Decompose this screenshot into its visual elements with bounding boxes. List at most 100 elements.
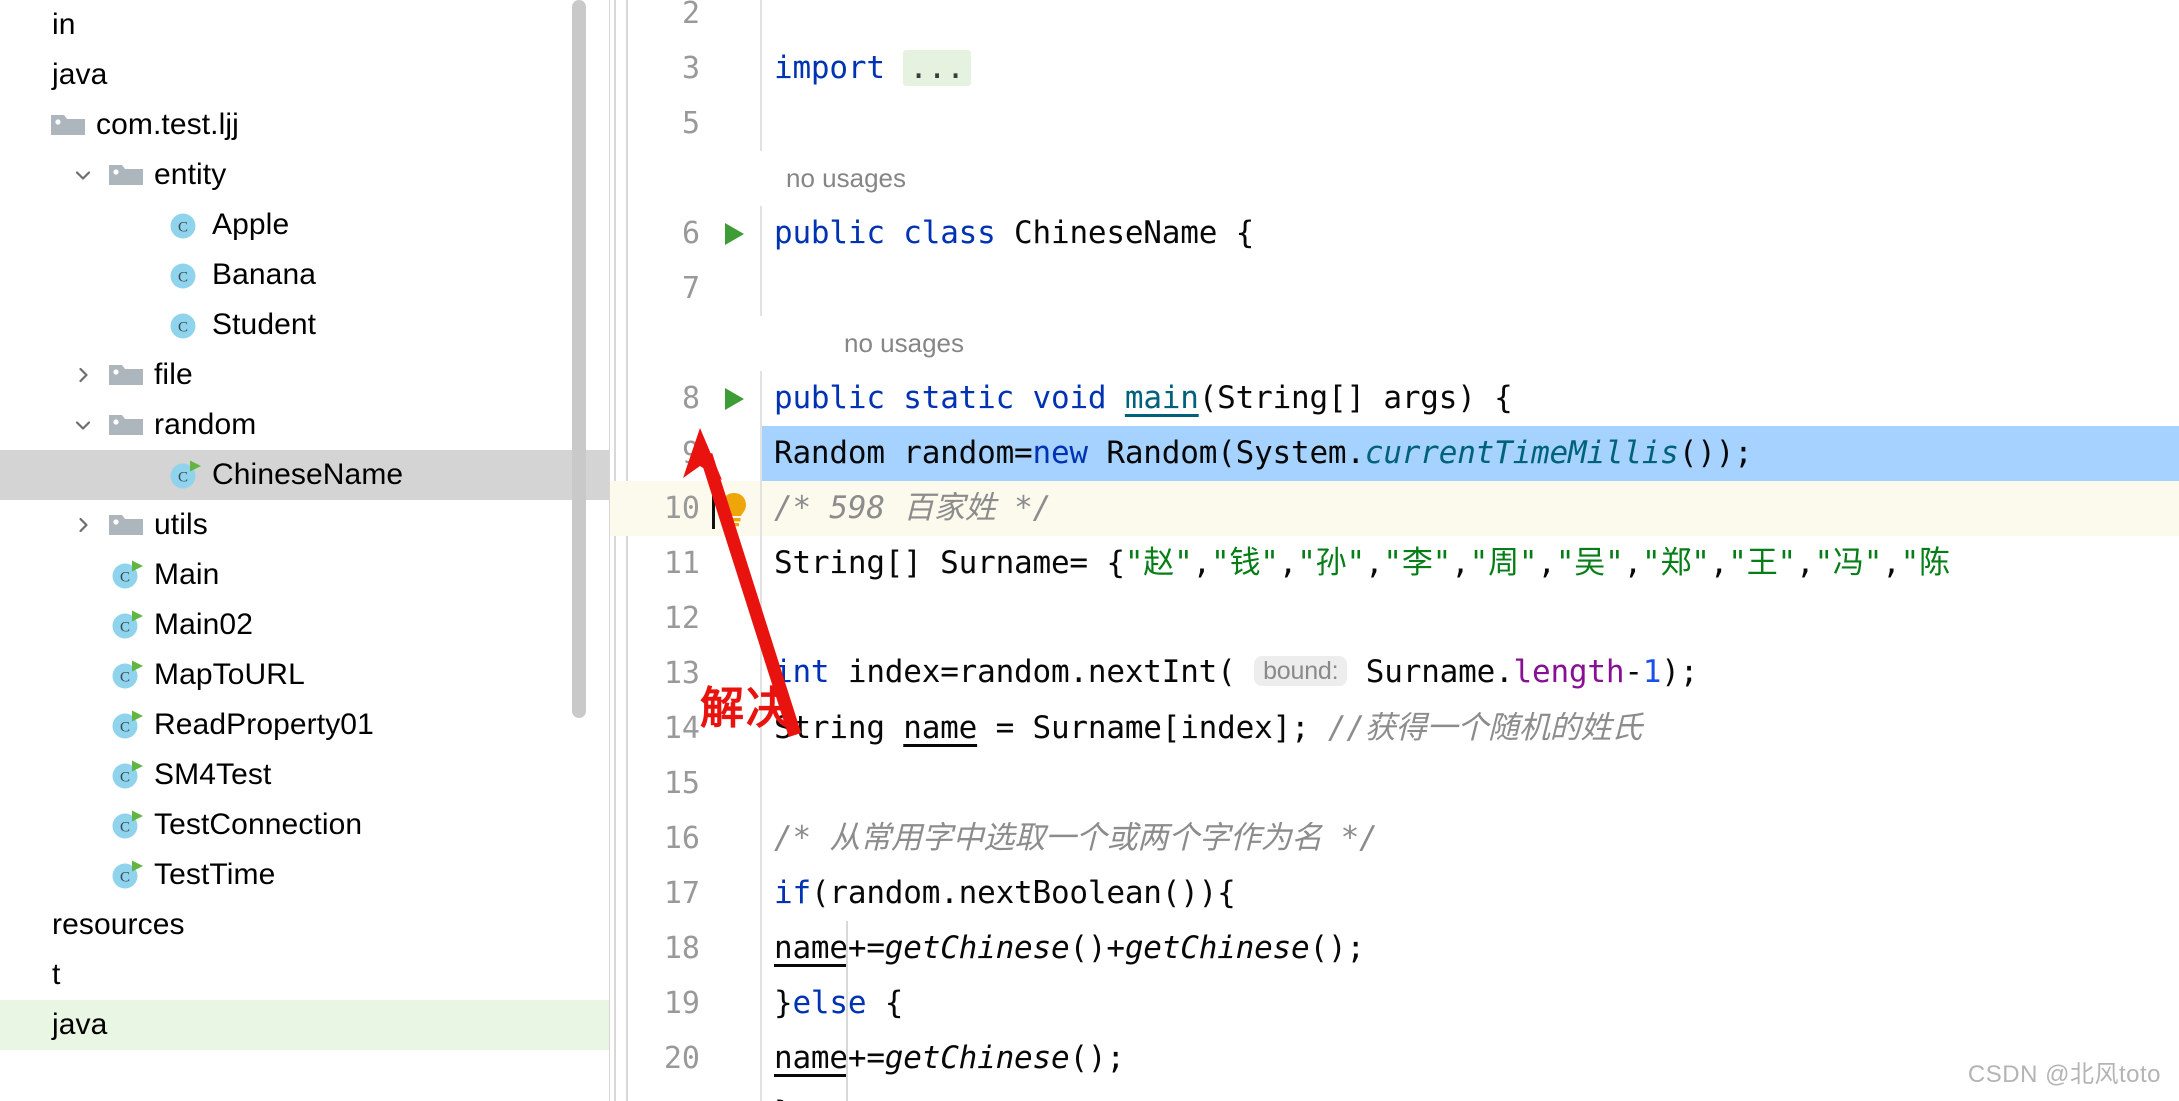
editor-line-row[interactable]: 17 if(random.nextBoolean()){ (610, 866, 2179, 921)
code-line-content[interactable]: public class ChineseName { (762, 206, 2179, 261)
editor-inlay-row[interactable]: no usages (610, 151, 2179, 206)
tree-item-t[interactable]: t (0, 950, 610, 1000)
tree-item-entity[interactable]: entity (0, 150, 610, 200)
editor-line-row[interactable]: 10 /* 598 百家姓 */ (610, 481, 2179, 536)
tree-item-resources[interactable]: resources (0, 900, 610, 950)
code-token: { (866, 985, 904, 1021)
tree-item-random[interactable]: random (0, 400, 610, 450)
editor-line-row[interactable]: 15 (610, 756, 2179, 811)
code-line-content[interactable] (762, 261, 2179, 316)
code-token: name (774, 1040, 848, 1076)
code-line-content[interactable]: } (762, 1086, 2179, 1101)
runnable-class-icon: C (104, 607, 148, 643)
tree-item-testtime[interactable]: C TestTime (0, 850, 610, 900)
code-line-content[interactable]: name+=getChinese()+getChinese(); (762, 921, 2179, 976)
chevron-down-icon[interactable] (62, 414, 104, 436)
line-number: 8 (681, 381, 700, 416)
tree-item-in[interactable]: in (0, 0, 610, 50)
editor-line-row[interactable]: 19 }else { (610, 976, 2179, 1031)
editor-line-row[interactable]: 16 /* 从常用字中选取一个或两个字作为名 */ (610, 811, 2179, 866)
tree-item-label: resources (52, 908, 185, 941)
editor-line-row[interactable]: 8 public static void main(String[] args)… (610, 371, 2179, 426)
code-token: , (1364, 545, 1384, 581)
editor-line-row[interactable]: 13 int index=random.nextInt( bound: Surn… (610, 646, 2179, 701)
inlay-hint-no-usages[interactable]: no usages (844, 328, 964, 359)
editor-inlay-row[interactable]: no usages (610, 316, 2179, 371)
tree-item-main02[interactable]: C Main02 (0, 600, 610, 650)
tree-item-java[interactable]: java (0, 50, 610, 100)
line-number: 13 (663, 656, 700, 691)
code-token: , (1278, 545, 1298, 581)
line-number: 6 (681, 216, 700, 251)
code-token: bound: (1254, 656, 1348, 686)
tree-item-sm4test[interactable]: C SM4Test (0, 750, 610, 800)
code-line-content[interactable] (762, 756, 2179, 811)
code-token: public (774, 380, 885, 416)
tree-item-readproperty01[interactable]: C ReadProperty01 (0, 700, 610, 750)
gutter-empty (706, 756, 762, 811)
tree-item-banana[interactable]: C Banana (0, 250, 610, 300)
editor-line-row[interactable]: } (610, 1086, 2179, 1101)
code-line-content[interactable] (762, 0, 2179, 41)
tree-item-file[interactable]: file (0, 350, 610, 400)
editor-line-row[interactable]: 9 Random random=new Random(System.curren… (610, 426, 2179, 481)
tree-item-utils[interactable]: utils (0, 500, 610, 550)
project-tree-panel[interactable]: in java com.test.ljj entity C Apple C Banana C St… (0, 0, 610, 1101)
code-line-content[interactable]: /* 598 百家姓 */ (762, 481, 2179, 536)
tree-item-maptourl[interactable]: C MapToURL (0, 650, 610, 700)
editor-line-row[interactable]: 3 import ... (610, 41, 2179, 96)
run-gutter-arrow-icon[interactable] (706, 371, 762, 426)
code-line-content[interactable]: if(random.nextBoolean()){ (762, 866, 2179, 921)
code-line-content[interactable]: Random random=new Random(System.currentT… (762, 426, 2179, 481)
tree-item-chinesename[interactable]: C ChineseName (0, 450, 610, 500)
project-tree-scrollbar-thumb[interactable] (572, 0, 586, 718)
project-tree-list[interactable]: in java com.test.ljj entity C Apple C Banana C St… (0, 0, 610, 1050)
editor-line-row[interactable]: 12 (610, 591, 2179, 646)
code-editor[interactable]: 2 3 import ... 5 no usages 6 public class Chin… (610, 0, 2179, 1101)
code-line-content[interactable] (762, 591, 2179, 646)
code-tokens: /* 从常用字中选取一个或两个字作为名 */ (762, 811, 1378, 866)
code-line-content[interactable] (762, 96, 2179, 151)
code-line-content[interactable]: String[] Surname= {"赵","钱","孙","李","周","… (762, 536, 2179, 591)
code-token: import (774, 50, 885, 86)
tree-item-main[interactable]: C Main (0, 550, 610, 600)
editor-line-row[interactable]: 20 name+=getChinese(); (610, 1031, 2179, 1086)
code-token: , (1795, 545, 1815, 581)
gutter-empty (706, 976, 762, 1031)
code-tokens: if(random.nextBoolean()){ (762, 866, 1236, 921)
editor-lines[interactable]: 2 3 import ... 5 no usages 6 public class Chin… (610, 0, 2179, 1101)
editor-line-row[interactable]: 14 String name = Surname[index]; //获得一个随… (610, 701, 2179, 756)
project-tree-scrollbar-track[interactable] (572, 0, 598, 1101)
editor-line-row[interactable]: 11 String[] Surname= {"赵","钱","孙","李","周… (610, 536, 2179, 591)
chevron-down-icon[interactable] (62, 164, 104, 186)
editor-line-row[interactable]: 7 (610, 261, 2179, 316)
editor-line-row[interactable]: 5 (610, 96, 2179, 151)
chevron-right-icon[interactable] (62, 514, 104, 536)
code-token: ()); (1678, 435, 1753, 471)
tree-item-com-test-ljj[interactable]: com.test.ljj (0, 100, 610, 150)
tree-item-testconnection[interactable]: C TestConnection (0, 800, 610, 850)
code-line-content[interactable]: String name = Surname[index]; //获得一个随机的姓… (762, 701, 2179, 756)
code-token: "冯" (1814, 545, 1883, 581)
code-line-content[interactable]: int index=random.nextInt( bound: Surname… (762, 646, 2179, 701)
code-line-content[interactable]: name+=getChinese(); (762, 1031, 2179, 1086)
code-line-content[interactable]: /* 从常用字中选取一个或两个字作为名 */ (762, 811, 2179, 866)
code-line-content[interactable]: }else { (762, 976, 2179, 1031)
run-gutter-arrow-icon[interactable] (706, 206, 762, 261)
editor-line-row[interactable]: 6 public class ChineseName { (610, 206, 2179, 261)
chevron-right-icon[interactable] (62, 364, 104, 386)
code-token: ()+ (1069, 930, 1125, 966)
tree-item-label: TestTime (154, 858, 276, 891)
code-line-content[interactable]: import ... (762, 41, 2179, 96)
tree-item-student[interactable]: C Student (0, 300, 610, 350)
tree-item-java[interactable]: java (0, 1000, 610, 1050)
code-line-content[interactable]: public static void main(String[] args) { (762, 371, 2179, 426)
intention-lightbulb-icon[interactable] (706, 481, 762, 536)
editor-line-row[interactable]: 18 name+=getChinese()+getChinese(); (610, 921, 2179, 976)
code-token: (); (1069, 1040, 1125, 1076)
tree-item-apple[interactable]: C Apple (0, 200, 610, 250)
inlay-hint-no-usages[interactable]: no usages (786, 163, 906, 194)
editor-line-row[interactable]: 2 (610, 0, 2179, 41)
